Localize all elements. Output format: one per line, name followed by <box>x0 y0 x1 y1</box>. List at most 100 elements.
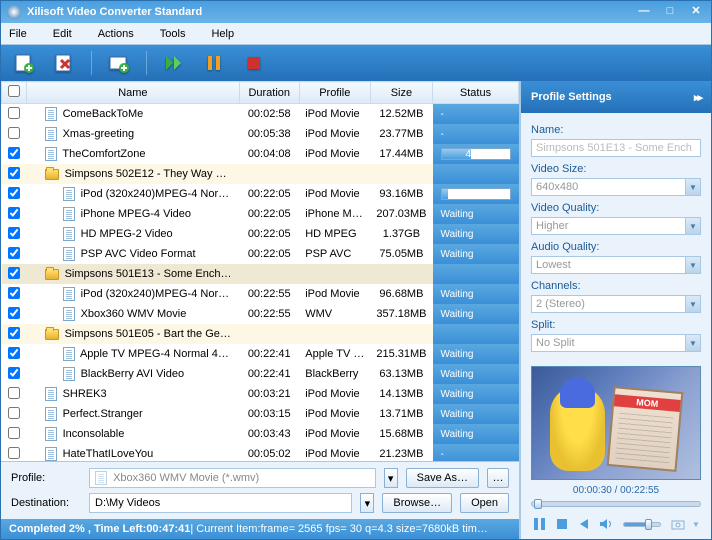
row-checkbox[interactable] <box>8 147 20 159</box>
collapse-panel-icon[interactable]: ▸▸ <box>694 91 701 104</box>
row-profile: iPod Movie <box>299 384 370 404</box>
row-checkbox[interactable] <box>8 127 20 139</box>
row-size: 96.68MB <box>370 284 432 304</box>
add-profile-button[interactable] <box>106 50 132 76</box>
preview-player[interactable] <box>531 366 701 480</box>
profile-more-button[interactable]: … <box>487 468 509 488</box>
menu-file[interactable]: File <box>9 28 27 40</box>
name-field[interactable]: Simpsons 501E13 - Some Ench <box>531 139 701 157</box>
minimize-button[interactable]: — <box>635 5 653 19</box>
row-size: 357.18MB <box>370 304 432 324</box>
table-row[interactable]: TheComfortZone00:04:08iPod Movie17.44MB4… <box>2 144 519 164</box>
snapshot-menu-button[interactable]: ▼ <box>691 515 701 533</box>
row-checkbox[interactable] <box>8 427 20 439</box>
pause-button[interactable] <box>201 50 227 76</box>
file-icon <box>45 107 57 121</box>
row-checkbox[interactable] <box>8 227 20 239</box>
row-duration <box>239 264 299 284</box>
menu-help[interactable]: Help <box>211 28 234 40</box>
table-row[interactable]: BlackBerry AVI Video00:22:41BlackBerry63… <box>2 364 519 384</box>
table-row[interactable]: iPhone MPEG-4 Video00:22:05iPhone M…207.… <box>2 204 519 224</box>
row-checkbox[interactable] <box>8 247 20 259</box>
play-pause-button[interactable] <box>531 515 549 533</box>
menu-actions[interactable]: Actions <box>98 28 134 40</box>
group-row[interactable]: Simpsons 501E13 - Some Enchant… <box>2 264 519 284</box>
row-checkbox[interactable] <box>8 327 20 339</box>
prev-frame-button[interactable] <box>575 515 593 533</box>
row-name: HD MPEG-2 Video <box>81 228 173 240</box>
col-duration[interactable]: Duration <box>239 82 299 104</box>
file-icon <box>45 387 57 401</box>
video-quality-select[interactable]: Higher▼ <box>531 217 701 235</box>
seek-slider[interactable] <box>531 501 701 507</box>
row-duration: 00:22:41 <box>239 364 299 384</box>
close-button[interactable]: ✕ <box>687 5 705 19</box>
row-status: Waiting <box>433 424 519 444</box>
snapshot-button[interactable] <box>669 515 687 533</box>
browse-button[interactable]: Browse… <box>382 493 452 513</box>
split-select[interactable]: No Split▼ <box>531 334 701 352</box>
row-checkbox[interactable] <box>8 167 20 179</box>
file-table[interactable]: Name Duration Profile Size Status ComeBa… <box>1 81 519 461</box>
col-size[interactable]: Size <box>370 82 432 104</box>
open-button[interactable]: Open <box>460 493 509 513</box>
row-size: 63.13MB <box>370 364 432 384</box>
file-icon <box>45 427 57 441</box>
row-checkbox[interactable] <box>8 347 20 359</box>
row-checkbox[interactable] <box>8 207 20 219</box>
group-row[interactable]: Simpsons 502E12 - They Way We … <box>2 164 519 184</box>
table-row[interactable]: Xbox360 WMV Movie00:22:55WMV357.18MBWait… <box>2 304 519 324</box>
maximize-button[interactable]: □ <box>661 5 679 19</box>
group-row[interactable]: Simpsons 501E05 - Bart the General <box>2 324 519 344</box>
row-checkbox[interactable] <box>8 267 20 279</box>
row-checkbox[interactable] <box>8 447 20 459</box>
row-checkbox[interactable] <box>8 307 20 319</box>
table-row[interactable]: HD MPEG-2 Video00:22:05HD MPEG1.37GBWait… <box>2 224 519 244</box>
remove-button[interactable] <box>51 50 77 76</box>
table-row[interactable]: SHREK300:03:21iPod Movie14.13MBWaiting <box>2 384 519 404</box>
row-checkbox[interactable] <box>8 387 20 399</box>
check-all[interactable] <box>8 85 20 97</box>
channels-select[interactable]: 2 (Stereo)▼ <box>531 295 701 313</box>
destination-dropdown-button[interactable]: ▾ <box>360 493 374 513</box>
profile-dropdown-button[interactable]: ▾ <box>384 468 398 488</box>
row-checkbox[interactable] <box>8 367 20 379</box>
save-as-button[interactable]: Save As… <box>406 468 479 488</box>
volume-slider[interactable] <box>623 522 661 527</box>
table-row[interactable]: ComeBackToMe00:02:58iPod Movie12.52MB- <box>2 104 519 125</box>
table-row[interactable]: PSP AVC Video Format00:22:05PSP AVC75.05… <box>2 244 519 264</box>
col-name[interactable]: Name <box>27 82 240 104</box>
row-checkbox[interactable] <box>8 187 20 199</box>
volume-icon[interactable] <box>597 515 615 533</box>
table-row[interactable]: HateThatILoveYou00:05:02iPod Movie21.23M… <box>2 444 519 461</box>
stop-button[interactable] <box>241 50 267 76</box>
row-checkbox[interactable] <box>8 287 20 299</box>
channels-label: Channels: <box>531 280 701 292</box>
video-size-select[interactable]: 640x480▼ <box>531 178 701 196</box>
row-profile: iPod Movie <box>299 124 370 144</box>
file-icon <box>63 307 75 321</box>
player-stop-button[interactable] <box>553 515 571 533</box>
audio-quality-select[interactable]: Lowest▼ <box>531 256 701 274</box>
row-status: Waiting <box>433 384 519 404</box>
col-status[interactable]: Status <box>433 82 519 104</box>
menu-edit[interactable]: Edit <box>53 28 72 40</box>
table-row[interactable]: Apple TV MPEG-4 Normal 480P(…00:22:41App… <box>2 344 519 364</box>
table-row[interactable]: Xmas-greeting00:05:38iPod Movie23.77MB- <box>2 124 519 144</box>
row-duration: 00:05:02 <box>239 444 299 461</box>
destination-field[interactable]: D:\My Videos <box>89 493 352 513</box>
profile-select[interactable]: Xbox360 WMV Movie (*.wmv) <box>89 468 376 488</box>
table-row[interactable]: iPod (320x240)MPEG-4 Normal00:22:55iPod … <box>2 284 519 304</box>
destination-label: Destination: <box>11 497 81 509</box>
start-button[interactable] <box>161 50 187 76</box>
row-checkbox[interactable] <box>8 107 20 119</box>
table-row[interactable]: iPod (320x240)MPEG-4 Normal00:22:05iPod … <box>2 184 519 204</box>
col-profile[interactable]: Profile <box>299 82 370 104</box>
table-row[interactable]: Inconsolable00:03:43iPod Movie15.68MBWai… <box>2 424 519 444</box>
menu-tools[interactable]: Tools <box>160 28 186 40</box>
row-checkbox[interactable] <box>8 407 20 419</box>
chevron-down-icon: ▼ <box>685 179 700 195</box>
add-file-button[interactable] <box>11 50 37 76</box>
toolbar <box>1 45 711 81</box>
table-row[interactable]: Perfect.Stranger00:03:15iPod Movie13.71M… <box>2 404 519 424</box>
